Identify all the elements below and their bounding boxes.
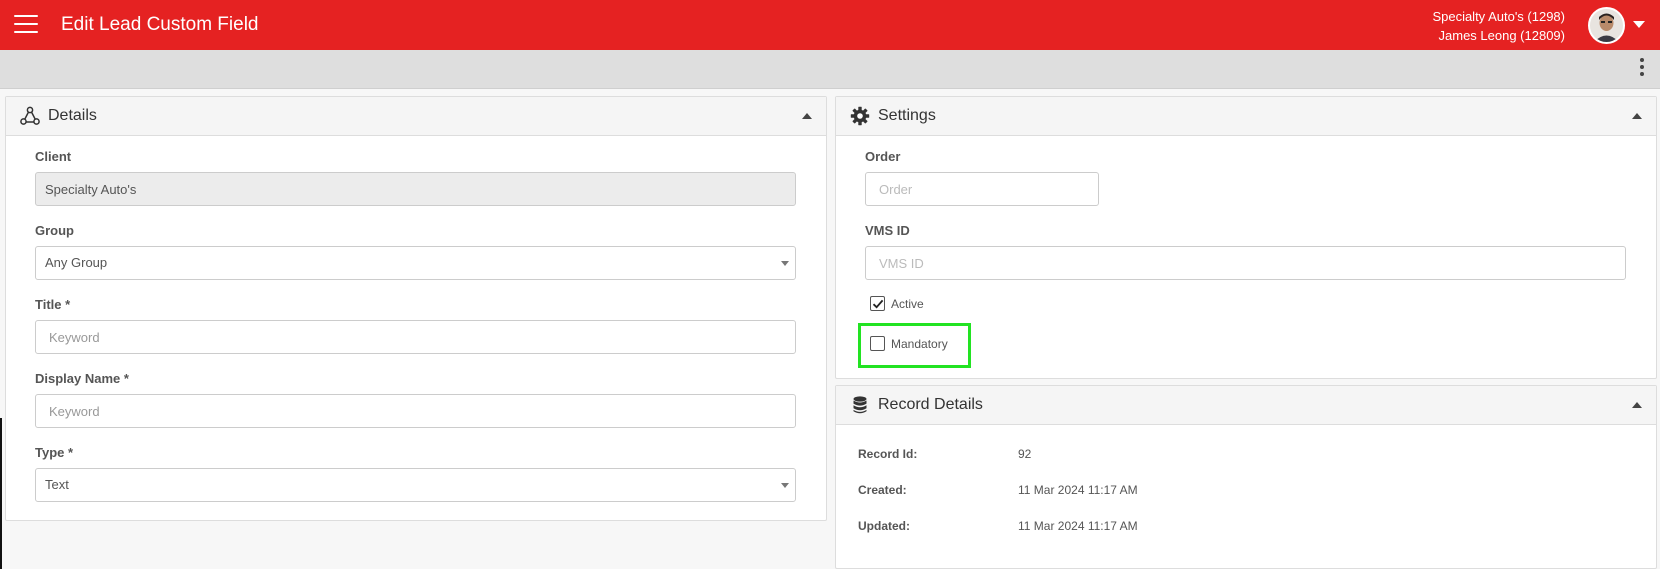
user-name-label: James Leong (12809) (1438, 28, 1565, 43)
created-value: 11 Mar 2024 11:17 AM (1018, 483, 1138, 497)
record-details-panel-title: Record Details (878, 396, 983, 413)
details-collapse-chevron-up-icon[interactable] (802, 113, 812, 119)
type-chevron-down-icon (781, 483, 789, 488)
title-input[interactable] (35, 320, 796, 354)
record-id-value: 92 (1018, 447, 1032, 461)
mandatory-checkbox[interactable] (870, 336, 885, 351)
updated-label: Updated: (858, 519, 910, 533)
active-checkbox[interactable] (870, 296, 885, 311)
settings-panel-header[interactable]: Settings (836, 97, 1656, 136)
record-id-label: Record Id: (858, 447, 918, 461)
window-edge-divider (0, 418, 2, 569)
avatar[interactable] (1588, 7, 1625, 44)
client-field (35, 172, 796, 206)
type-label: Type * (35, 445, 74, 460)
more-options-icon[interactable] (1638, 58, 1646, 82)
menu-icon[interactable] (14, 15, 38, 35)
gear-icon (850, 106, 870, 126)
type-select[interactable]: Text (35, 468, 796, 502)
settings-collapse-chevron-up-icon[interactable] (1632, 113, 1642, 119)
user-info[interactable]: Specialty Auto's (1298) James Leong (128… (1432, 7, 1565, 45)
created-label: Created: (858, 483, 907, 497)
database-icon (853, 396, 867, 414)
title-label: Title * (35, 297, 71, 312)
type-selected-value: Text (45, 477, 69, 492)
details-panel-title: Details (48, 107, 97, 124)
active-label[interactable]: Active (891, 297, 924, 311)
order-label: Order (865, 149, 901, 164)
group-select[interactable]: Any Group (35, 246, 796, 280)
group-chevron-down-icon (781, 261, 789, 266)
vms-id-label: VMS ID (865, 223, 910, 238)
page-title: Edit Lead Custom Field (61, 14, 259, 35)
group-selected-value: Any Group (45, 255, 108, 270)
action-toolbar (0, 50, 1660, 89)
mandatory-label[interactable]: Mandatory (891, 337, 948, 351)
display-name-input[interactable] (35, 394, 796, 428)
display-name-label: Display Name * (35, 371, 129, 386)
client-label: Client (35, 149, 72, 164)
settings-panel-title: Settings (878, 107, 936, 124)
app-header: Edit Lead Custom Field Specialty Auto's … (0, 0, 1660, 50)
user-menu-chevron-down-icon[interactable] (1633, 21, 1645, 28)
order-input[interactable] (865, 172, 1099, 206)
record-details-collapse-chevron-up-icon[interactable] (1632, 402, 1642, 408)
updated-value: 11 Mar 2024 11:17 AM (1018, 519, 1138, 533)
client-account-label: Specialty Auto's (1298) (1432, 9, 1565, 24)
record-details-panel-header[interactable]: Record Details (836, 386, 1656, 425)
checkmark-icon (872, 299, 884, 309)
vms-id-input[interactable] (865, 246, 1626, 280)
settings-panel: Settings Order VMS ID Active Mandatory (835, 96, 1657, 379)
hierarchy-icon (20, 106, 40, 125)
group-label: Group (35, 223, 74, 238)
details-panel-header[interactable]: Details (6, 97, 826, 136)
record-details-panel: Record Details Record Id: 92 Created: 11… (835, 385, 1657, 569)
details-panel: Details Client Group Any Group Title * D… (5, 96, 827, 521)
